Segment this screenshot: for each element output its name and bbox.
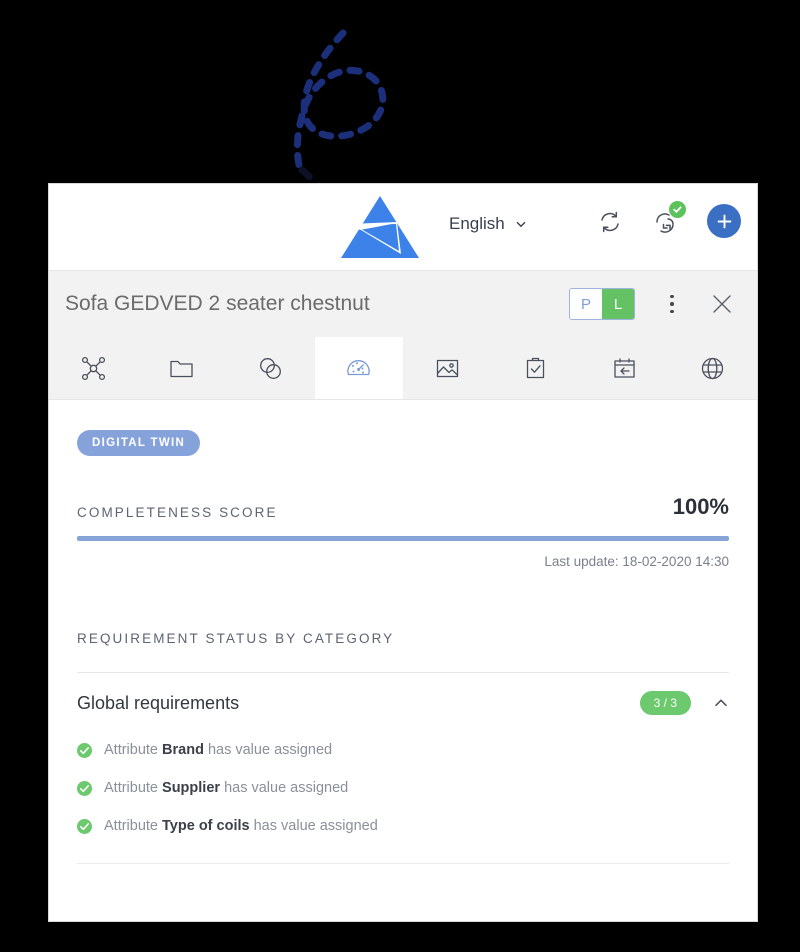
- clipboard-check-icon: [527, 357, 545, 378]
- document-title-bar: Sofa GEDVED 2 seater chestnut P L: [49, 271, 757, 337]
- tab-channels[interactable]: [669, 337, 758, 399]
- kebab-dot: [670, 309, 674, 314]
- tab-schedule[interactable]: [580, 337, 669, 399]
- completeness-score-header: COMPLETENESS SCORE 100%: [77, 494, 729, 520]
- linked-circles-icon: [259, 357, 281, 379]
- list-item-attribute: Type of coils: [162, 818, 250, 834]
- pl-toggle-option-p[interactable]: P: [570, 289, 602, 319]
- language-selector[interactable]: English: [449, 214, 527, 234]
- kebab-dot: [670, 294, 674, 299]
- list-item-label: Attribute Type of coils has value assign…: [104, 818, 378, 834]
- pl-toggle-option-l[interactable]: L: [602, 289, 634, 319]
- tab-structure[interactable]: [49, 337, 138, 399]
- app-bar-actions: [595, 201, 741, 238]
- check-badge: [669, 201, 686, 218]
- requirement-status-label: REQUIREMENT STATUS BY CATEGORY: [77, 631, 395, 646]
- list-item: Attribute Brand has value assigned: [77, 731, 729, 769]
- pl-toggle[interactable]: P L: [569, 288, 635, 320]
- more-options-button[interactable]: [661, 294, 683, 314]
- list-bottom-divider: [77, 863, 729, 864]
- tab-relations[interactable]: [226, 337, 315, 399]
- list-item-prefix: Attribute: [104, 818, 163, 834]
- list-item-suffix: has value assigned: [203, 742, 333, 758]
- tab-media[interactable]: [403, 337, 492, 399]
- page-title: Sofa GEDVED 2 seater chestnut: [65, 292, 370, 315]
- application-window: English Sofa GEDVED 2 seater chestnut P …: [48, 183, 758, 922]
- requirement-count-badge: 3 / 3: [639, 691, 691, 715]
- close-button[interactable]: [709, 291, 735, 317]
- completeness-score-label: COMPLETENESS SCORE: [77, 505, 278, 520]
- list-item-prefix: Attribute: [104, 780, 163, 796]
- requirement-category-name: Global requirements: [77, 692, 240, 713]
- add-button[interactable]: [707, 204, 741, 238]
- chevron-up-icon[interactable]: [713, 695, 729, 711]
- requirement-category-row[interactable]: Global requirements 3 / 3: [77, 673, 729, 731]
- list-item-prefix: Attribute: [104, 742, 163, 758]
- requirement-list: Attribute Brand has value assigned Attrib…: [77, 731, 729, 845]
- list-item-suffix: has value assigned: [220, 780, 349, 796]
- list-item: Attribute Supplier has value assigned: [77, 769, 729, 807]
- tab-panel-quality: DIGITAL TWIN COMPLETENESS SCORE 100% Las…: [49, 400, 757, 921]
- list-item: Attribute Type of coils has value assign…: [77, 807, 729, 845]
- calendar-arrow-icon: [614, 357, 635, 378]
- list-item-suffix: has value assigned: [249, 818, 378, 834]
- plus-icon: [717, 214, 731, 228]
- image-icon: [436, 359, 458, 377]
- completeness-score-value: 100%: [672, 494, 729, 519]
- list-item-label: Attribute Supplier has value assigned: [104, 780, 348, 796]
- list-item-attribute: Brand: [162, 742, 204, 758]
- nodes-network-icon: [81, 356, 105, 380]
- completeness-progress-fill: [77, 536, 729, 541]
- kebab-dot: [670, 302, 674, 306]
- last-update-text: Last update: 18-02-2020 14:30: [544, 554, 729, 569]
- tab-tasks[interactable]: [492, 337, 581, 399]
- tab-folders[interactable]: [138, 337, 227, 399]
- swirl-loop-path: [293, 29, 387, 176]
- brand-logo[interactable]: [339, 194, 421, 260]
- check-circle-icon: [77, 742, 92, 758]
- completeness-progress-bar: [77, 536, 729, 541]
- app-top-bar: English: [49, 184, 757, 271]
- list-item-label: Attribute Brand has value assigned: [104, 742, 332, 758]
- gauge-icon: [347, 359, 370, 375]
- language-label: English: [449, 214, 505, 233]
- sync-success-icon[interactable]: [651, 201, 686, 237]
- check-circle-icon: [77, 780, 92, 796]
- digital-twin-badge: DIGITAL TWIN: [77, 430, 201, 456]
- tab-strip: [49, 337, 757, 400]
- list-item-attribute: Supplier: [162, 780, 221, 796]
- tab-quality[interactable]: [314, 337, 403, 399]
- chevron-down-icon: [516, 221, 526, 228]
- check-circle-icon: [77, 818, 92, 834]
- globe-icon: [702, 357, 724, 379]
- folder-icon: [170, 360, 193, 377]
- sync-icon[interactable]: [595, 207, 625, 237]
